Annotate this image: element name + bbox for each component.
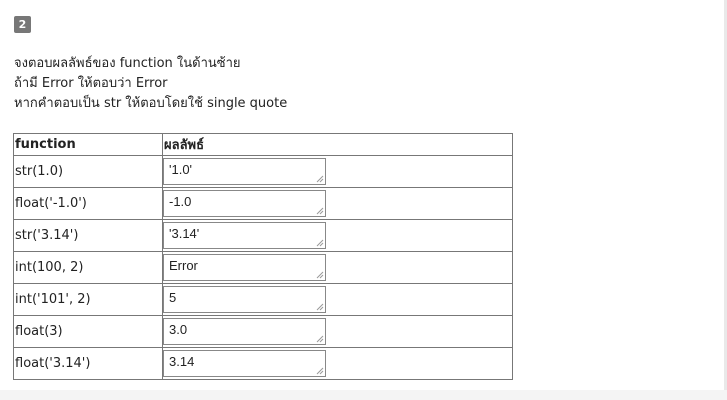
- function-cell: float('-1.0'): [13, 187, 163, 220]
- question-instructions: จงตอบผลลัพธ์ของ function ในด้านซ้าย ถ้าม…: [14, 54, 287, 114]
- table-row: int('101', 2) 5: [13, 283, 513, 316]
- answer-textarea[interactable]: '1.0': [163, 158, 326, 185]
- answer-textarea[interactable]: 3.0: [163, 318, 326, 345]
- resize-grip-icon[interactable]: [316, 271, 324, 279]
- answer-cell: -1.0: [162, 187, 513, 220]
- answer-cell: 3.14: [162, 347, 513, 380]
- table-row: float('3.14') 3.14: [13, 347, 513, 380]
- page-bottom-strip: [0, 390, 727, 400]
- answer-value: -1.0: [169, 194, 192, 209]
- answer-cell: '3.14': [162, 219, 513, 252]
- resize-grip-icon[interactable]: [316, 207, 324, 215]
- answer-table: function ผลลัพธ์ str(1.0) '1.0' float('-…: [13, 133, 513, 380]
- resize-grip-icon[interactable]: [316, 239, 324, 247]
- answer-cell: '1.0': [162, 155, 513, 188]
- function-cell: float(3): [13, 315, 163, 348]
- function-cell: float('3.14'): [13, 347, 163, 380]
- table-row: str('3.14') '3.14': [13, 219, 513, 252]
- table-row: int(100, 2) Error: [13, 251, 513, 284]
- resize-grip-icon[interactable]: [316, 367, 324, 375]
- table-row: float(3) 3.0: [13, 315, 513, 348]
- answer-cell: Error: [162, 251, 513, 284]
- answer-textarea[interactable]: Error: [163, 254, 326, 281]
- header-result: ผลลัพธ์: [162, 133, 513, 156]
- instruction-line: จงตอบผลลัพธ์ของ function ในด้านซ้าย: [14, 56, 241, 71]
- answer-cell: 5: [162, 283, 513, 316]
- instruction-line: ถ้ามี Error ให้ตอบว่า Error: [14, 76, 168, 91]
- resize-grip-icon[interactable]: [316, 335, 324, 343]
- quiz-page: 2 จงตอบผลลัพธ์ของ function ในด้านซ้าย ถ้…: [0, 0, 727, 400]
- answer-textarea[interactable]: 3.14: [163, 350, 326, 377]
- question-number-badge: 2: [14, 16, 31, 33]
- answer-textarea[interactable]: -1.0: [163, 190, 326, 217]
- answer-cell: 3.0: [162, 315, 513, 348]
- instruction-line: หากคำตอบเป็น str ให้ตอบโดยใช้ single quo…: [14, 96, 288, 111]
- answer-value: 3.0: [169, 322, 188, 337]
- function-cell: int('101', 2): [13, 283, 163, 316]
- answer-textarea[interactable]: 5: [163, 286, 326, 313]
- table-row: float('-1.0') -1.0: [13, 187, 513, 220]
- answer-value: 5: [169, 290, 177, 305]
- resize-grip-icon[interactable]: [316, 303, 324, 311]
- function-cell: int(100, 2): [13, 251, 163, 284]
- table-row: str(1.0) '1.0': [13, 155, 513, 188]
- answer-value: '1.0': [169, 162, 193, 177]
- table-header-row: function ผลลัพธ์: [13, 133, 513, 156]
- answer-value: '3.14': [169, 226, 200, 241]
- resize-grip-icon[interactable]: [316, 175, 324, 183]
- function-cell: str('3.14'): [13, 219, 163, 252]
- answer-textarea[interactable]: '3.14': [163, 222, 326, 249]
- answer-value: Error: [169, 258, 198, 273]
- function-cell: str(1.0): [13, 155, 163, 188]
- answer-value: 3.14: [169, 354, 195, 369]
- header-function: function: [13, 133, 163, 156]
